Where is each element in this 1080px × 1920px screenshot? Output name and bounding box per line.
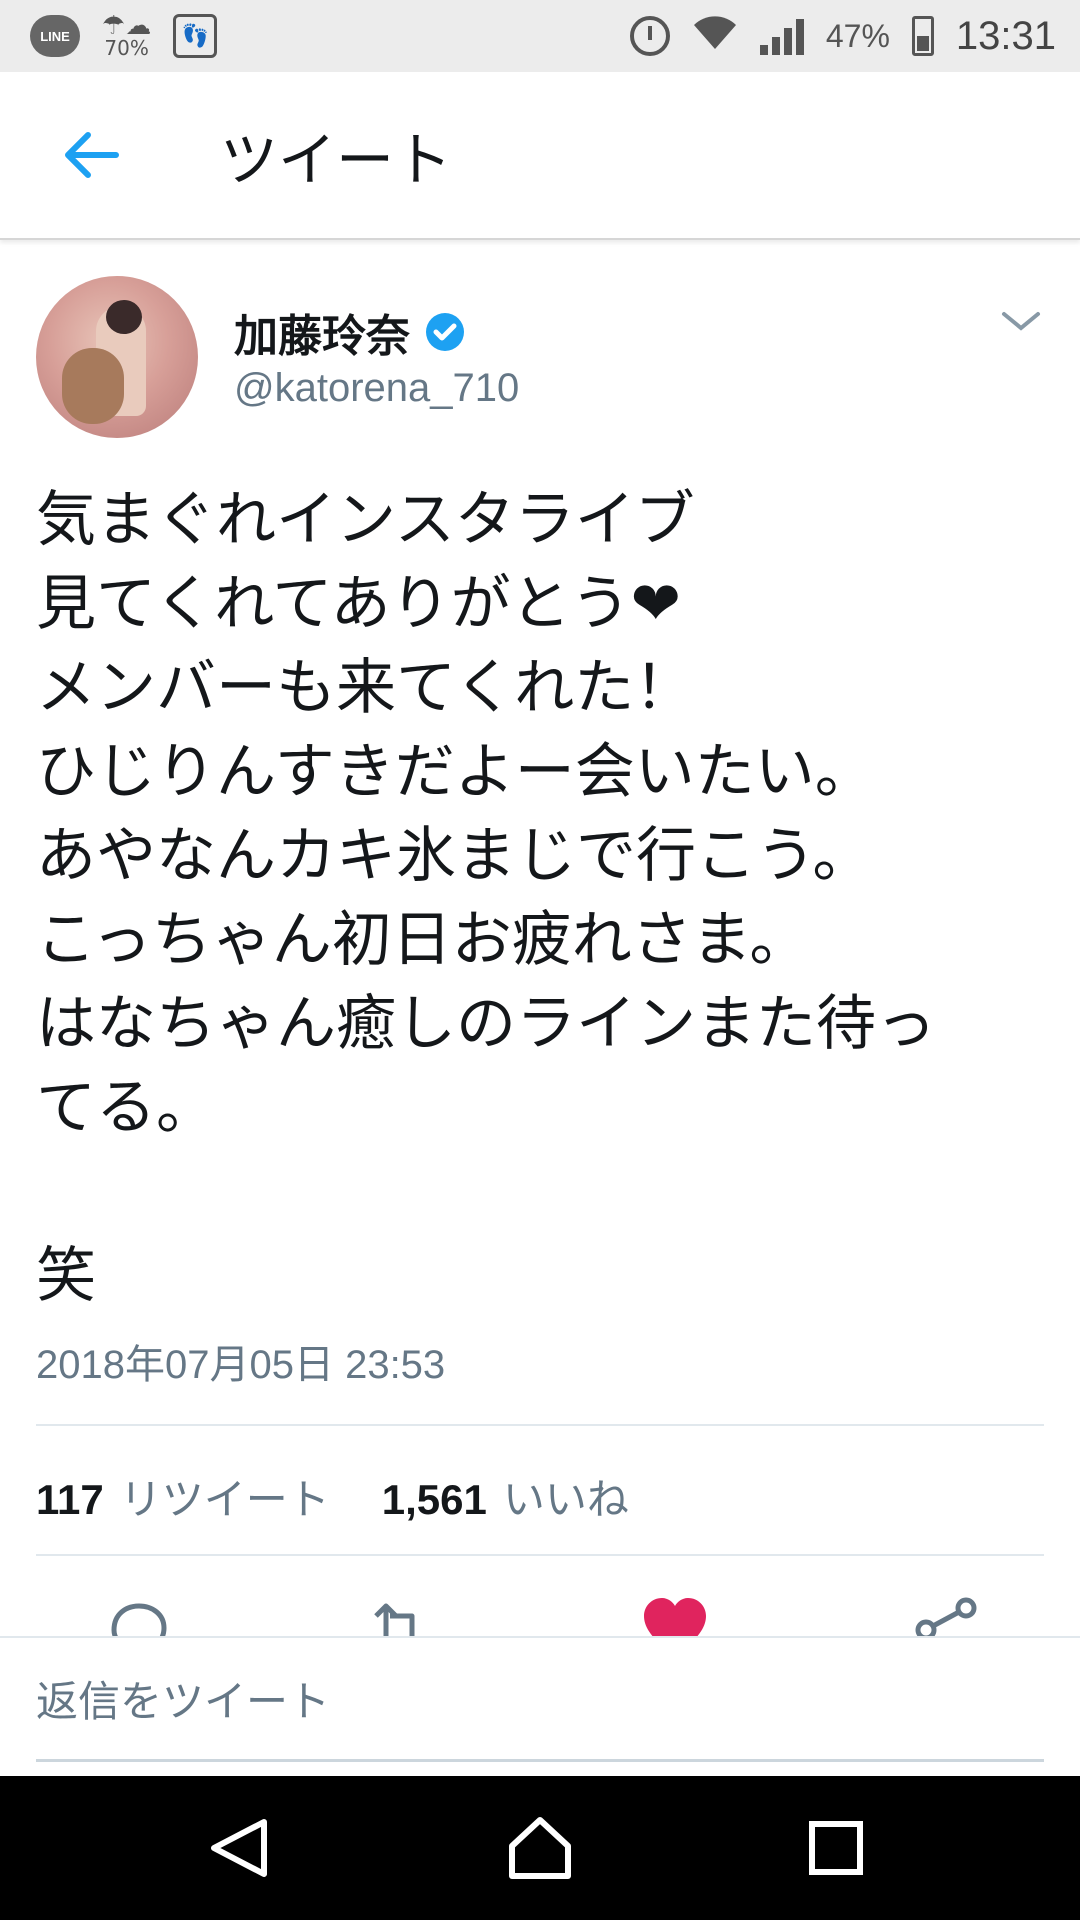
reply-composer: 返信をツイート xyxy=(0,1636,1080,1776)
retweet-label[interactable]: リツイート xyxy=(120,1466,330,1527)
weather-icon: ☂☁ 70% xyxy=(102,11,152,60)
tweet-text: 気まぐれインスタライブ 見てくれてありがとう❤ メンバーも来てくれた！ ひじりん… xyxy=(36,485,936,1311)
weather-percent: 70% xyxy=(104,36,149,60)
home-icon[interactable] xyxy=(504,1812,576,1884)
android-nav-bar xyxy=(0,1776,1080,1920)
back-triangle-icon[interactable] xyxy=(204,1812,276,1884)
like-count[interactable]: 1,561 xyxy=(382,1476,487,1524)
status-bar: LINE ☂☁ 70% 👣 47% 13:31 xyxy=(0,0,1080,72)
divider xyxy=(36,1424,1044,1426)
chevron-down-icon[interactable] xyxy=(996,296,1046,346)
recent-apps-icon[interactable] xyxy=(800,1812,872,1884)
author-handle[interactable]: @katorena_710 xyxy=(234,366,519,411)
divider xyxy=(36,1554,1044,1556)
reply-input[interactable]: 返信をツイート xyxy=(36,1638,1044,1762)
wifi-icon xyxy=(692,13,738,60)
retweet-count[interactable]: 117 xyxy=(36,1476,104,1524)
tweet-stats: 117 リツイート 1,561 いいね xyxy=(36,1466,629,1527)
step-counter-icon: 👣 xyxy=(173,14,218,58)
author-name-row[interactable]: 加藤玲奈 xyxy=(234,300,466,364)
alarm-icon xyxy=(629,16,670,56)
line-label: LINE xyxy=(40,28,70,44)
line-app-icon: LINE xyxy=(30,15,80,57)
avatar[interactable] xyxy=(36,276,198,438)
battery-percent: 47% xyxy=(825,17,890,54)
tweet-author: 加藤玲奈 @katorena_710 xyxy=(36,276,1046,440)
author-name: 加藤玲奈 xyxy=(234,311,410,362)
like-label[interactable]: いいね xyxy=(503,1466,629,1527)
tweet-timestamp[interactable]: 2018年07月05日 23:53 xyxy=(36,1332,445,1390)
clock: 13:31 xyxy=(955,13,1056,58)
back-arrow-icon xyxy=(65,132,119,178)
back-button[interactable] xyxy=(40,105,140,205)
app-header: ツイート xyxy=(0,72,1080,240)
page-title: ツイート xyxy=(220,126,453,194)
signal-icon xyxy=(759,17,804,55)
verified-badge-icon xyxy=(426,313,464,351)
battery-icon xyxy=(911,16,934,56)
